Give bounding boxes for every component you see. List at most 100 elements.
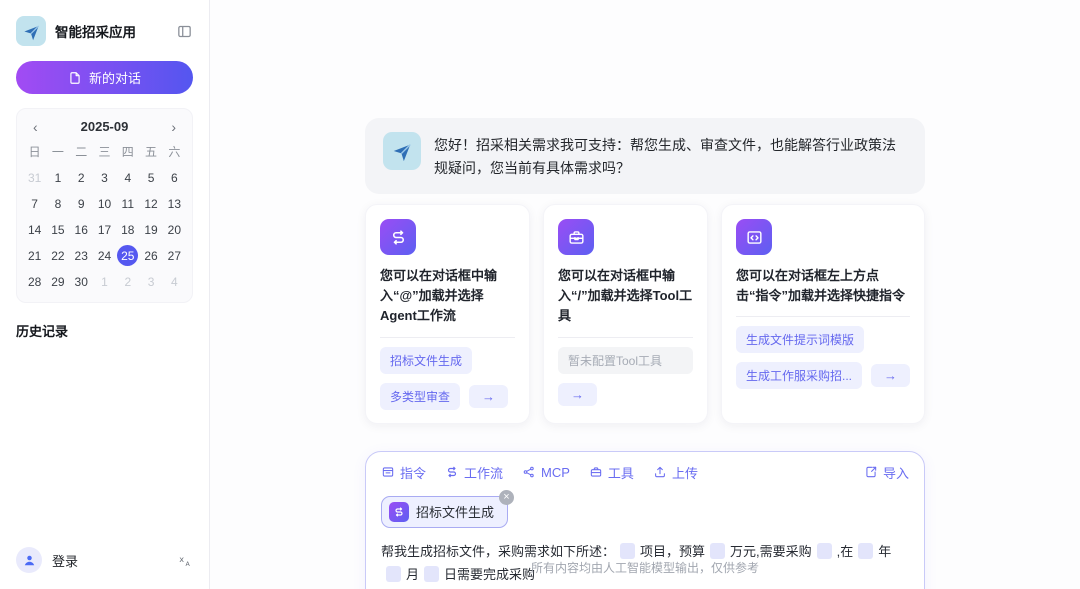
card-title: 您可以在对话框左上方点击“指令”加载并选择快捷指令 [736, 268, 906, 304]
user-avatar-icon[interactable] [16, 547, 42, 573]
input-text-segment: 帮我生成招标文件，采购需求如下所述： [381, 543, 616, 559]
calendar-day[interactable]: 20 [163, 219, 186, 240]
main-area: 您好！招采相关需求我可支持：帮您生成、审查文件，也能解答行业政策法规疑问，您当前… [210, 0, 1080, 589]
calendar-day[interactable]: 1 [46, 167, 69, 188]
calendar-day[interactable]: 18 [116, 219, 139, 240]
calendar-day[interactable]: 13 [163, 193, 186, 214]
new-doc-icon [68, 71, 82, 85]
command-icon [381, 465, 395, 479]
calendar-day[interactable]: 29 [46, 271, 69, 292]
calendar-day[interactable]: 5 [139, 167, 162, 188]
calendar-weekday-label: 四 [121, 145, 134, 159]
app-title: 智能招采应用 [55, 25, 136, 40]
toolbar-指令-button[interactable]: 指令 [381, 463, 426, 482]
import-button[interactable]: 导入 [864, 463, 909, 482]
more-arrow-button[interactable]: → [871, 364, 911, 388]
calendar-day[interactable]: 2 [70, 167, 93, 188]
card-agent-workflow: 您可以在对话框中输入“@”加载并选择Agent工作流 招标文件生成 多类型审查 … [365, 204, 530, 424]
calendar-prev-icon[interactable]: ‹ [33, 120, 38, 134]
calendar-day[interactable]: 4 [163, 271, 186, 292]
more-arrow-button[interactable]: → [558, 382, 597, 406]
calendar-next-icon[interactable]: › [171, 120, 176, 134]
more-arrow-button[interactable]: → [469, 384, 509, 408]
toolbox-icon [589, 465, 603, 479]
workflow-icon [389, 501, 409, 522]
close-icon[interactable]: × [499, 489, 515, 505]
calendar-day[interactable]: 10 [93, 193, 116, 214]
mcp-icon [522, 465, 536, 479]
calendar-day[interactable]: 15 [46, 219, 69, 240]
input-blank[interactable] [816, 542, 832, 559]
no-tools-label: 暂未配置Tool工具 [558, 346, 693, 374]
app-logo-icon [16, 16, 46, 46]
calendar-day[interactable]: 21 [23, 245, 46, 266]
calendar-day[interactable]: 23 [70, 245, 93, 266]
agent-pill[interactable]: 多类型审查 [380, 382, 461, 410]
calendar-day[interactable]: 28 [23, 271, 46, 292]
calendar-weekday-label: 五 [145, 145, 158, 159]
calendar-day[interactable]: 30 [70, 271, 93, 292]
login-button[interactable]: 登录 [52, 551, 78, 570]
workflow-icon [445, 465, 459, 479]
toolbar-上传-button[interactable]: 上传 [653, 463, 698, 482]
toolbar-label: 指令 [400, 465, 427, 481]
calendar-day[interactable]: 22 [46, 245, 69, 266]
calendar-day-selected[interactable]: 25 [116, 245, 139, 266]
calendar-day[interactable]: 1 [93, 271, 116, 292]
calendar-day[interactable]: 3 [139, 271, 162, 292]
calendar-day[interactable]: 11 [116, 193, 139, 214]
calendar-weekday-label: 三 [98, 145, 111, 159]
calendar-day[interactable]: 19 [139, 219, 162, 240]
calendar-day[interactable]: 17 [93, 219, 116, 240]
workflow-tag[interactable]: 招标文件生成 × [381, 489, 515, 528]
calendar-day[interactable]: 3 [93, 167, 116, 188]
history-section-label: 历史记录 [16, 324, 69, 339]
toolbar-label: 上传 [671, 465, 698, 481]
calendar-day[interactable]: 8 [46, 193, 69, 214]
new-chat-button[interactable]: 新的对话 [16, 61, 193, 94]
input-text-segment: 万元,需要采购 [730, 543, 812, 559]
tag-row: 招标文件生成 × [381, 489, 909, 528]
card-title: 您可以在对话框中输入“/”加载并选择Tool工具 [558, 268, 693, 324]
calendar-day[interactable]: 4 [116, 167, 139, 188]
toolbar-工作流-button[interactable]: 工作流 [445, 463, 503, 482]
assistant-avatar-icon [383, 132, 421, 170]
calendar-day[interactable]: 12 [139, 193, 162, 214]
calendar-weekday-label: 一 [51, 145, 64, 159]
sidebar-collapse-icon[interactable] [176, 23, 193, 40]
svg-text:A: A [186, 561, 191, 568]
input-blank[interactable] [620, 542, 636, 559]
assistant-message-text: 您好！招采相关需求我可支持：帮您生成、审查文件，也能解答行业政策法规疑问，您当前… [434, 137, 896, 177]
toolbar-MCP-button[interactable]: MCP [522, 465, 570, 480]
calendar-day[interactable]: 6 [163, 167, 186, 188]
calendar-weekday-label: 六 [168, 145, 181, 159]
toolbar-label: 工具 [607, 465, 634, 481]
input-blank[interactable] [858, 542, 874, 559]
divider [736, 316, 911, 318]
toolbox-icon [558, 219, 594, 256]
calendar-day[interactable]: 7 [23, 193, 46, 214]
command-pill[interactable]: 生成文件提示词模版 [736, 326, 865, 354]
calendar-day[interactable]: 16 [70, 219, 93, 240]
command-pill[interactable]: 生成工作服采购招... [736, 362, 863, 390]
calendar-day[interactable]: 2 [116, 271, 139, 292]
calendar-day[interactable]: 9 [70, 193, 93, 214]
upload-icon [653, 465, 667, 479]
input-blank[interactable] [710, 542, 726, 559]
calendar-weekday-label: 日 [28, 145, 41, 159]
card-quick-commands: 您可以在对话框左上方点击“指令”加载并选择快捷指令 生成文件提示词模版 生成工作… [721, 204, 926, 424]
sidebar-header: 智能招采应用 [16, 16, 193, 46]
calendar-day[interactable]: 26 [139, 245, 162, 266]
import-label: 导入 [882, 465, 909, 481]
sidebar: 智能招采应用 新的对话 ‹ 2025-09 › 日一二三四五六 31 1 2 3 4 5 6 7… [0, 0, 210, 589]
toolbar-工具-button[interactable]: 工具 [589, 463, 634, 482]
calendar-day[interactable]: 31 [23, 167, 46, 188]
calendar-day[interactable]: 14 [23, 219, 46, 240]
input-text-segment: 年 [878, 543, 892, 559]
calendar-day[interactable]: 24 [93, 245, 116, 266]
language-icon[interactable]: xA [178, 553, 193, 568]
app-window: 智能招采应用 新的对话 ‹ 2025-09 › 日一二三四五六 31 1 2 3 4 5 6 7… [0, 0, 1080, 589]
calendar-day[interactable]: 27 [163, 245, 186, 266]
calendar-grid: 日一二三四五六 31 1 2 3 4 5 6 7 8 9 10 11 12 13 14 15 16 17 18 19 20… [23, 141, 186, 292]
agent-pill[interactable]: 招标文件生成 [380, 346, 473, 374]
